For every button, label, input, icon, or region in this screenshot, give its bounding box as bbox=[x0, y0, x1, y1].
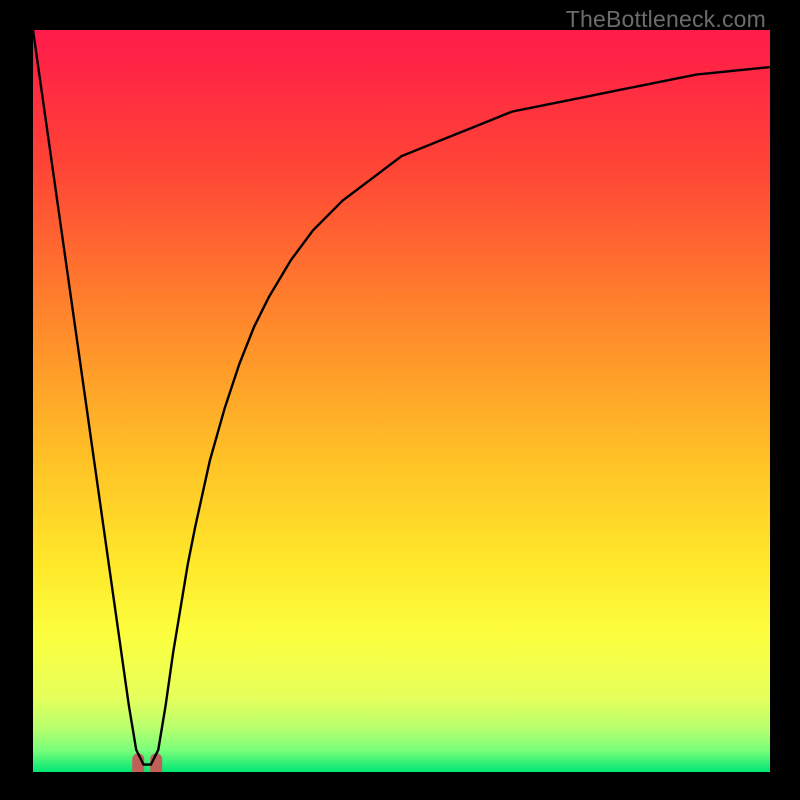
bottleneck-curve-chart bbox=[33, 30, 770, 772]
watermark-text: TheBottleneck.com bbox=[566, 6, 766, 33]
chart-frame: TheBottleneck.com bbox=[0, 0, 800, 800]
gradient-background bbox=[33, 30, 770, 772]
plot-area bbox=[33, 30, 770, 772]
